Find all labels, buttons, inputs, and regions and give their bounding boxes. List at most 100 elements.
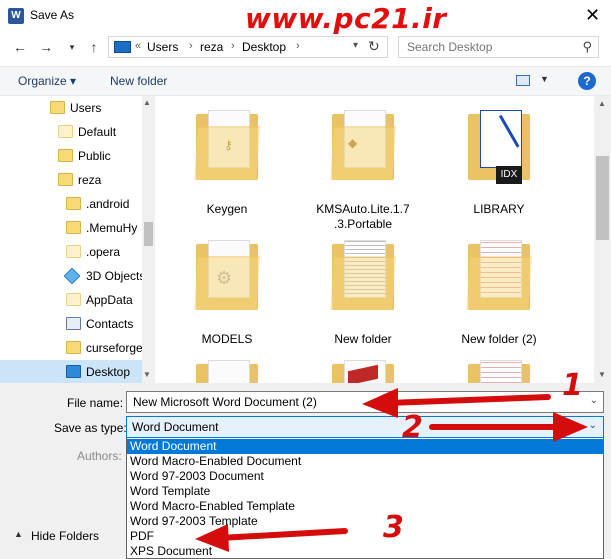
folder-icon [66,221,81,234]
nav-scrollbar-thumb[interactable] [144,222,153,246]
nav-item-3d-objects[interactable]: 3D Objects [0,264,142,288]
type-option-word-97-2003-document[interactable]: Word 97-2003 Document [127,469,603,484]
nav-item-appdata[interactable]: AppData [0,288,142,312]
type-option-word-template[interactable]: Word Template [127,484,603,499]
folder-icon [58,149,73,162]
nav-item-opera[interactable]: .opera [0,240,142,264]
breadcrumb-overflow-icon[interactable]: « [135,40,141,52]
file-item-partial[interactable] [295,358,431,383]
file-name-label: File name: [67,396,124,410]
file-item-new-folder[interactable]: New folder [295,238,431,347]
breadcrumb-desktop[interactable]: Desktop [242,40,286,54]
nav-item-desktop[interactable]: Desktop [0,360,142,383]
file-name-dropdown-icon[interactable]: ⌄ [590,395,598,406]
navigation-pane[interactable]: Users Default Public reza .android .Memu… [0,96,155,383]
nav-item-label: AppData [86,293,133,307]
file-item-keygen[interactable]: ⚷ Keygen [159,108,295,217]
new-folder-button[interactable]: New folder [110,74,167,88]
organize-button[interactable]: Organize ▾ [18,74,76,88]
folder-icon [50,101,65,114]
folder-icon: ⚙ [190,238,264,314]
nav-item-public[interactable]: Public [0,144,142,168]
file-item-kmsauto[interactable]: ◆ KMSAuto.Lite.1.7 .3.Portable [295,108,431,232]
folder-icon [66,197,81,210]
file-item-partial[interactable] [431,358,567,383]
nav-item-contacts[interactable]: Contacts [0,312,142,336]
nav-item-reza[interactable]: reza [0,168,142,192]
up-arrow-icon[interactable]: ↑ [84,37,104,57]
type-option-word-97-2003-template[interactable]: Word 97-2003 Template [127,514,603,529]
annotation-number-1: 1 [562,368,583,403]
forward-arrow-icon[interactable]: → [36,37,56,57]
view-options-dropdown-icon[interactable]: ▼ [540,74,549,84]
nav-item-label: Users [70,101,102,115]
window-title: Save As [30,8,75,22]
save-as-type-select[interactable]: Word Document ⌄ [126,416,604,438]
desktop-icon [66,365,81,378]
type-option-word-macro-template[interactable]: Word Macro-Enabled Template [127,499,603,514]
breadcrumb-separator-icon[interactable]: › [296,40,300,52]
authors-label: Authors: [77,449,122,463]
annotation-number-3: 3 [383,510,404,545]
folder-icon [462,358,536,383]
recent-locations-chevron-icon[interactable]: ▾ [62,37,82,57]
hide-folders-button[interactable]: Hide Folders [31,529,99,543]
search-input[interactable] [405,38,575,56]
address-dropdown-icon[interactable]: ▾ [353,40,358,51]
hide-folders-chevron-icon[interactable]: ▲ [14,529,23,539]
file-name-input[interactable] [131,393,581,411]
file-label: New folder (2) [461,332,537,346]
save-as-type-value: Word Document [132,420,219,434]
folder-icon [66,293,81,306]
folder-icon [190,358,264,383]
file-label: New folder [334,332,392,346]
nav-item-curseforge[interactable]: curseforge [0,336,142,360]
help-icon[interactable]: ? [578,72,596,90]
file-item-partial[interactable] [159,358,295,383]
nav-item-label: Default [78,125,117,139]
file-item-library[interactable]: IDX LIBRARY [431,108,567,217]
back-arrow-icon[interactable]: ← [10,37,30,57]
breadcrumb-separator-icon[interactable]: › [231,40,235,52]
change-view-icon[interactable] [516,75,530,86]
breadcrumb-users[interactable]: Users [147,40,178,54]
nav-item-users[interactable]: Users [0,96,142,120]
nav-item-default[interactable]: Default [0,120,142,144]
address-bar[interactable]: « Users › reza › Desktop › ▾ ↻ [108,36,388,58]
folder-icon: IDX [462,108,536,184]
nav-item-memuhy[interactable]: .MemuHy [0,216,142,240]
type-option-xps-document[interactable]: XPS Document [127,544,603,558]
file-list[interactable]: ⚷ Keygen ◆ KMSAuto.Lite.1.7 .3.Portable … [157,96,594,383]
scroll-down-arrow-icon[interactable]: ▼ [143,370,151,379]
file-name-field[interactable]: ⌄ [126,391,604,413]
folder-icon [66,341,81,354]
refresh-icon[interactable]: ↻ [368,38,380,55]
scroll-up-arrow-icon[interactable]: ▲ [598,99,606,108]
file-item-new-folder-2[interactable]: New folder (2) [431,238,567,347]
type-option-word-document[interactable]: Word Document [127,439,603,454]
save-as-type-dropdown-icon[interactable]: ⌄ [589,420,597,431]
breadcrumb-separator-icon[interactable]: › [189,40,193,52]
idx-badge: IDX [496,166,522,184]
file-scrollbar-thumb[interactable] [596,156,609,240]
nav-item-label: .opera [86,245,121,259]
contacts-card-icon [66,317,81,330]
file-item-models[interactable]: ⚙ MODELS [159,238,295,347]
close-button[interactable]: ✕ [574,0,611,30]
folder-icon [58,125,73,138]
search-box[interactable]: ⚲ [398,36,599,58]
search-icon[interactable]: ⚲ [582,39,592,55]
folder-icon [462,238,536,314]
folder-icon: ◆ [326,108,400,184]
type-option-word-macro-document[interactable]: Word Macro-Enabled Document [127,454,603,469]
nav-item-label: Contacts [86,317,134,331]
nav-item-android[interactable]: .android [0,192,142,216]
breadcrumb-reza[interactable]: reza [200,40,223,54]
save-as-type-dropdown-list[interactable]: Word Document Word Macro-Enabled Documen… [126,438,604,559]
type-option-pdf[interactable]: PDF [127,529,603,544]
folder-icon [326,358,400,383]
file-label: KMSAuto.Lite.1.7 .3.Portable [316,202,410,231]
scroll-down-arrow-icon[interactable]: ▼ [598,370,606,379]
folder-icon: ⚷ [190,108,264,184]
scroll-up-arrow-icon[interactable]: ▲ [143,98,151,107]
